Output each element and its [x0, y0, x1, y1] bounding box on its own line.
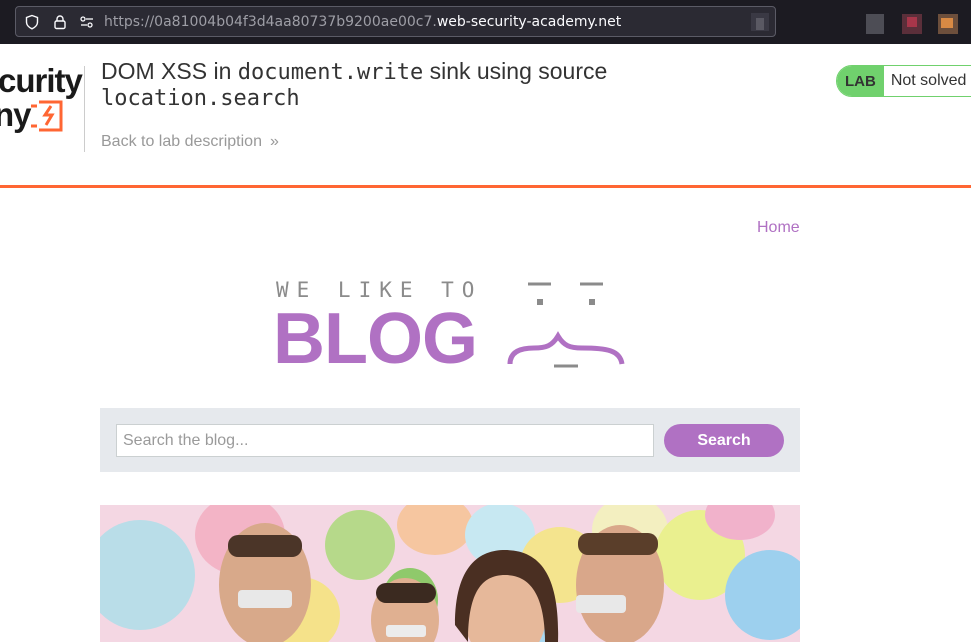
lab-status-widget: LAB Not solved — [836, 65, 971, 97]
back-link-label: Back to lab description — [101, 133, 262, 150]
search-input[interactable] — [116, 424, 654, 457]
browser-toolbar: https://0a81004b04f3d4aa80737b9200ae00c7… — [0, 0, 971, 44]
search-panel: Search — [100, 408, 800, 472]
url-text: https://0a81004b04f3d4aa80737b9200ae00c7… — [104, 14, 621, 30]
lab-title-code-document-write: document.write — [237, 60, 424, 85]
toolbar-icon-2-detail — [907, 17, 917, 27]
shield-icon[interactable] — [24, 14, 40, 30]
permissions-icon[interactable] — [79, 14, 95, 30]
academy-logo[interactable]: curity ny — [0, 62, 85, 152]
bracket-face-icon — [507, 282, 625, 368]
search-button[interactable]: Search — [664, 424, 784, 457]
lab-title-mid: sink using source — [423, 58, 608, 84]
lab-title-code-location-search: location.search — [101, 86, 300, 111]
blog-banner: WE LIKE TO BLOG — [270, 278, 630, 379]
toolbar-icon-3-detail — [941, 18, 953, 28]
lab-header: curity ny DOM XSS in document.write sink… — [0, 44, 971, 188]
balloons-people-image — [100, 505, 800, 642]
double-chevron-right-icon: » — [269, 133, 279, 150]
logo-mark-icon — [31, 100, 63, 132]
url-domain: web-security-academy.net — [436, 14, 622, 30]
address-bar[interactable]: https://0a81004b04f3d4aa80737b9200ae00c7… — [15, 6, 776, 37]
lab-badge: LAB — [837, 66, 884, 96]
lab-title: DOM XSS in document.write sink using sou… — [101, 58, 741, 112]
blog-post-image[interactable] — [100, 505, 800, 642]
banner-word: BLOG — [273, 299, 478, 379]
url-prefix: https://0a81004b04f3d4aa80737b9200ae00c7… — [104, 14, 437, 30]
home-link[interactable]: Home — [757, 219, 800, 237]
lab-status-text: Not solved — [890, 72, 967, 89]
back-to-description-link[interactable]: Back to lab description » — [101, 133, 279, 151]
logo-text-line2: ny — [0, 96, 32, 133]
lock-icon[interactable] — [52, 14, 68, 30]
logo-divider — [84, 66, 85, 152]
logo-text-line1: curity — [0, 62, 83, 99]
extension-icon-detail — [756, 18, 764, 30]
toolbar-icon-1[interactable] — [866, 14, 884, 34]
lab-title-prefix: DOM XSS in — [101, 58, 238, 84]
